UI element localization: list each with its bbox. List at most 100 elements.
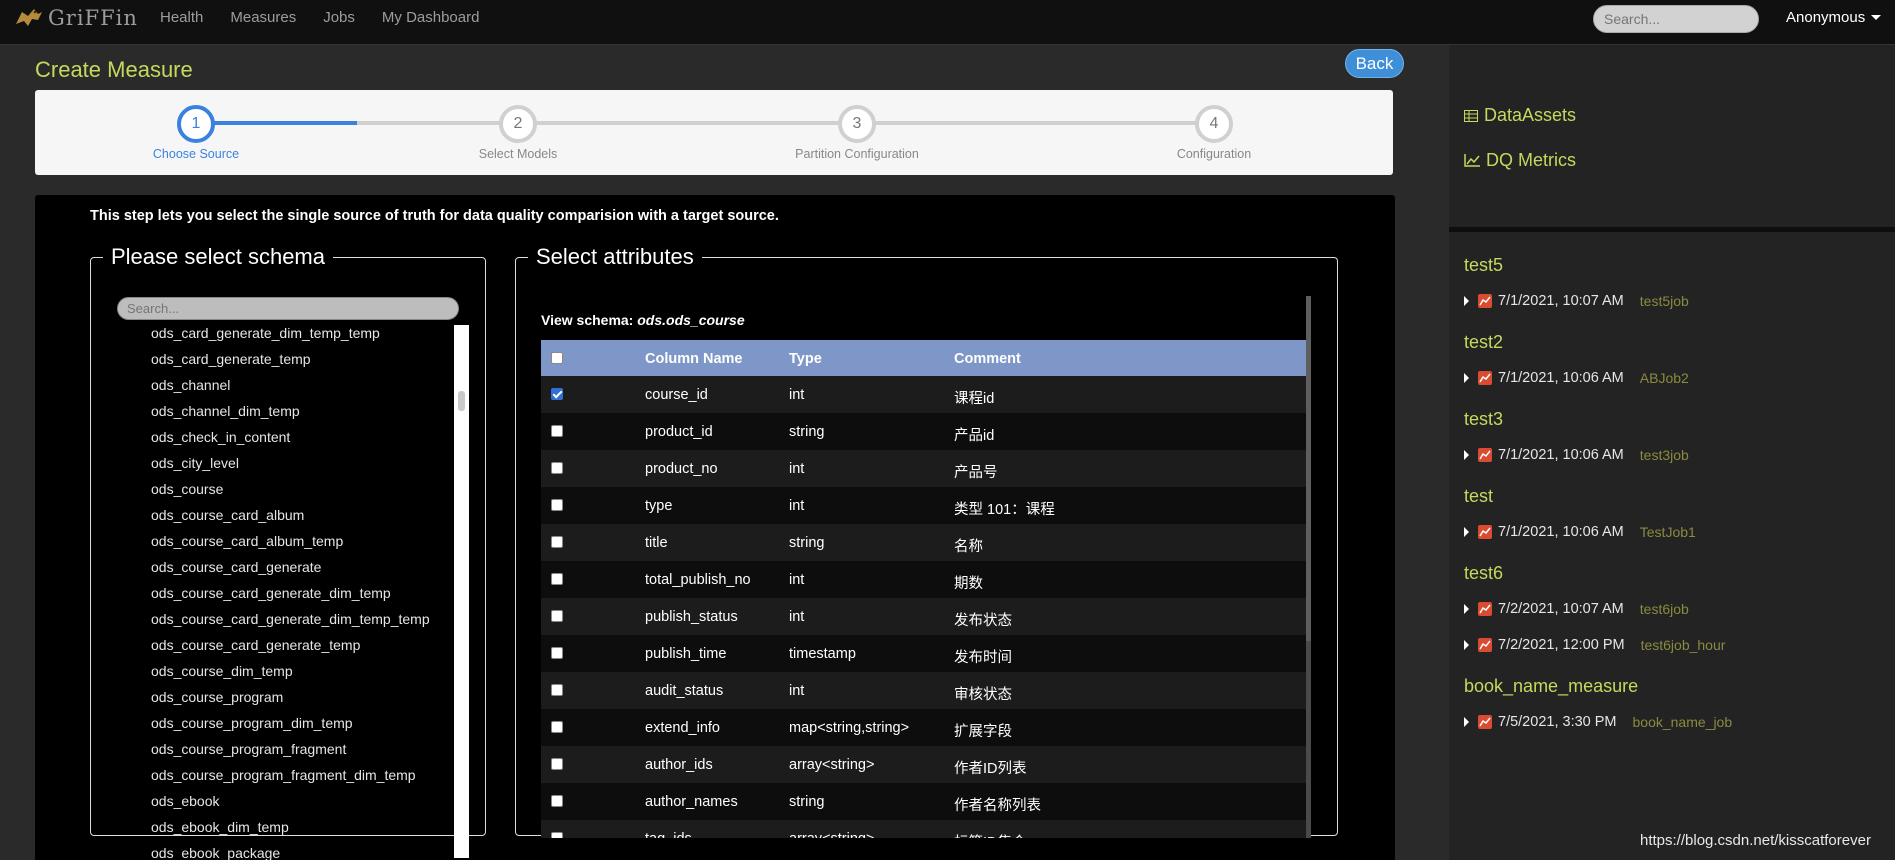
schema-list-item[interactable]: ods_course_program_fragment_dim_temp bbox=[151, 767, 416, 783]
table-row[interactable]: course_id int 课程id bbox=[541, 376, 1306, 413]
schema-list-item[interactable]: ods_channel bbox=[151, 377, 230, 393]
job-run-row[interactable]: 7/1/2021, 10:06 AM TestJob1 bbox=[1464, 524, 1696, 540]
job-run-row[interactable]: 7/5/2021, 3:30 PM book_name_job bbox=[1464, 714, 1732, 730]
job-name[interactable]: ABJob2 bbox=[1640, 370, 1689, 386]
table-row[interactable]: audit_status int 审核状态 bbox=[541, 672, 1306, 709]
schema-list-item[interactable]: ods_course_card_album bbox=[151, 507, 304, 523]
wizard-step-2[interactable]: 2 Select Models bbox=[418, 105, 618, 161]
measure-name-link[interactable]: test6 bbox=[1464, 563, 1503, 584]
table-row[interactable]: extend_info map<string,string> 扩展字段 bbox=[541, 709, 1306, 746]
table-row[interactable]: tag_ids array<string> 标签ID集合 bbox=[541, 820, 1306, 838]
schema-scrollbar[interactable] bbox=[454, 325, 469, 858]
table-row[interactable]: author_names string 作者名称列表 bbox=[541, 783, 1306, 820]
schema-list-item[interactable]: ods_check_in_content bbox=[151, 429, 290, 445]
nav-link-jobs[interactable]: Jobs bbox=[323, 9, 355, 26]
schema-list-item[interactable]: ods_course_dim_temp bbox=[151, 663, 293, 679]
expand-caret-icon[interactable] bbox=[1464, 296, 1469, 306]
schema-search-input[interactable] bbox=[117, 297, 459, 320]
job-run-row[interactable]: 7/2/2021, 10:07 AM test6job bbox=[1464, 601, 1689, 617]
table-row[interactable]: author_ids array<string> 作者ID列表 bbox=[541, 746, 1306, 783]
job-name[interactable]: TestJob1 bbox=[1640, 524, 1696, 540]
job-name[interactable]: test3job bbox=[1640, 447, 1689, 463]
schema-list-item[interactable]: ods_course_program bbox=[151, 689, 283, 705]
expand-caret-icon[interactable] bbox=[1464, 373, 1469, 383]
nav-link-health[interactable]: Health bbox=[160, 9, 203, 26]
scrollbar-thumb[interactable] bbox=[458, 391, 465, 411]
row-checkbox[interactable] bbox=[551, 610, 563, 622]
schema-list-item[interactable]: ods_course_program_fragment bbox=[151, 741, 346, 757]
schema-list-item[interactable]: ods_course bbox=[151, 481, 223, 497]
table-row[interactable]: publish_time timestamp 发布时间 bbox=[541, 635, 1306, 672]
job-name[interactable]: test6job bbox=[1640, 601, 1689, 617]
schema-list-item[interactable]: ods_ebook_dim_temp bbox=[151, 819, 289, 835]
measure-name-link[interactable]: test5 bbox=[1464, 255, 1503, 276]
table-row[interactable]: product_no int 产品号 bbox=[541, 450, 1306, 487]
row-checkbox[interactable] bbox=[551, 573, 563, 585]
schema-list-item[interactable]: ods_ebook_package bbox=[151, 845, 280, 860]
wizard-step-4[interactable]: 4 Configuration bbox=[1114, 105, 1314, 161]
schema-list-item[interactable]: ods_course_card_generate bbox=[151, 559, 321, 575]
wizard-step-1[interactable]: 1 Choose Source bbox=[96, 105, 296, 161]
job-run-row[interactable]: 7/1/2021, 10:07 AM test5job bbox=[1464, 293, 1689, 309]
user-menu[interactable]: Anonymous bbox=[1786, 9, 1882, 26]
scrollbar-thumb[interactable] bbox=[1306, 296, 1311, 641]
table-row[interactable]: publish_status int 发布状态 bbox=[541, 598, 1306, 635]
schema-list-item[interactable]: ods_course_card_generate_dim_temp bbox=[151, 585, 391, 601]
column-header-type[interactable]: Type bbox=[789, 351, 822, 367]
column-name-cell: type bbox=[645, 498, 673, 514]
table-row[interactable]: type int 类型 101：课程 bbox=[541, 487, 1306, 524]
row-checkbox[interactable] bbox=[551, 462, 563, 474]
measure-name-link[interactable]: test bbox=[1464, 486, 1493, 507]
schema-list-item[interactable]: ods_course_card_generate_temp bbox=[151, 637, 360, 653]
select-all-checkbox[interactable] bbox=[551, 352, 563, 364]
column-header-comment[interactable]: Comment bbox=[954, 351, 1021, 367]
job-name[interactable]: test5job bbox=[1640, 293, 1689, 309]
nav-link-measures[interactable]: Measures bbox=[230, 9, 296, 26]
schema-list-item[interactable]: ods_ebook bbox=[151, 793, 220, 809]
row-checkbox[interactable] bbox=[551, 647, 563, 659]
row-checkbox[interactable] bbox=[551, 758, 563, 770]
wizard-step-3[interactable]: 3 Partition Configuration bbox=[757, 105, 957, 161]
row-checkbox[interactable] bbox=[551, 425, 563, 437]
global-search-input[interactable] bbox=[1593, 5, 1759, 33]
measure-name-link[interactable]: book_name_measure bbox=[1464, 676, 1638, 697]
row-checkbox[interactable] bbox=[551, 536, 563, 548]
schema-list-item[interactable]: ods_channel_dim_temp bbox=[151, 403, 300, 419]
expand-caret-icon[interactable] bbox=[1464, 450, 1469, 460]
expand-caret-icon[interactable] bbox=[1464, 604, 1469, 614]
schema-list-item[interactable]: ods_course_card_album_temp bbox=[151, 533, 343, 549]
job-run-row[interactable]: 7/2/2021, 12:00 PM test6job_hour bbox=[1464, 637, 1725, 653]
schema-list-item[interactable]: ods_city_level bbox=[151, 455, 239, 471]
column-header-name[interactable]: Column Name bbox=[645, 351, 743, 367]
measure-name-link[interactable]: test3 bbox=[1464, 409, 1503, 430]
job-run-row[interactable]: 7/1/2021, 10:06 AM test3job bbox=[1464, 447, 1689, 463]
job-name[interactable]: book_name_job bbox=[1633, 714, 1733, 730]
job-name[interactable]: test6job_hour bbox=[1641, 637, 1726, 653]
back-button[interactable]: Back bbox=[1345, 49, 1404, 78]
expand-caret-icon[interactable] bbox=[1464, 527, 1469, 537]
schema-list-item[interactable]: ods_card_generate_temp bbox=[151, 351, 311, 367]
sidebar-link-dq-metrics[interactable]: DQ Metrics bbox=[1464, 150, 1576, 171]
attributes-scrollbar[interactable] bbox=[1306, 296, 1311, 838]
measure-name-link[interactable]: test2 bbox=[1464, 332, 1503, 353]
expand-caret-icon[interactable] bbox=[1464, 640, 1469, 650]
row-checkbox[interactable] bbox=[551, 721, 563, 733]
sidebar-link-data-assets[interactable]: DataAssets bbox=[1464, 105, 1576, 126]
row-checkbox[interactable] bbox=[551, 832, 563, 838]
row-checkbox[interactable] bbox=[551, 795, 563, 807]
nav-link-my-dashboard[interactable]: My Dashboard bbox=[382, 9, 480, 26]
row-checkbox[interactable] bbox=[551, 499, 563, 511]
table-row[interactable]: title string 名称 bbox=[541, 524, 1306, 561]
schema-list-item[interactable]: ods_course_card_generate_dim_temp_temp bbox=[151, 611, 430, 627]
table-row[interactable]: product_id string 产品id bbox=[541, 413, 1306, 450]
schema-list-item[interactable]: ods_course_program_dim_temp bbox=[151, 715, 353, 731]
brand-logo[interactable]: GriFFin bbox=[14, 6, 138, 30]
expand-caret-icon[interactable] bbox=[1464, 717, 1469, 727]
table-row[interactable]: total_publish_no int 期数 bbox=[541, 561, 1306, 598]
row-checkbox[interactable] bbox=[551, 388, 563, 400]
job-run-row[interactable]: 7/1/2021, 10:06 AM ABJob2 bbox=[1464, 370, 1689, 386]
caret-down-icon bbox=[1871, 15, 1882, 20]
schema-list-item[interactable]: ods_card_generate_dim_temp_temp bbox=[151, 325, 380, 341]
row-checkbox[interactable] bbox=[551, 684, 563, 696]
column-name-cell: product_id bbox=[645, 424, 713, 440]
